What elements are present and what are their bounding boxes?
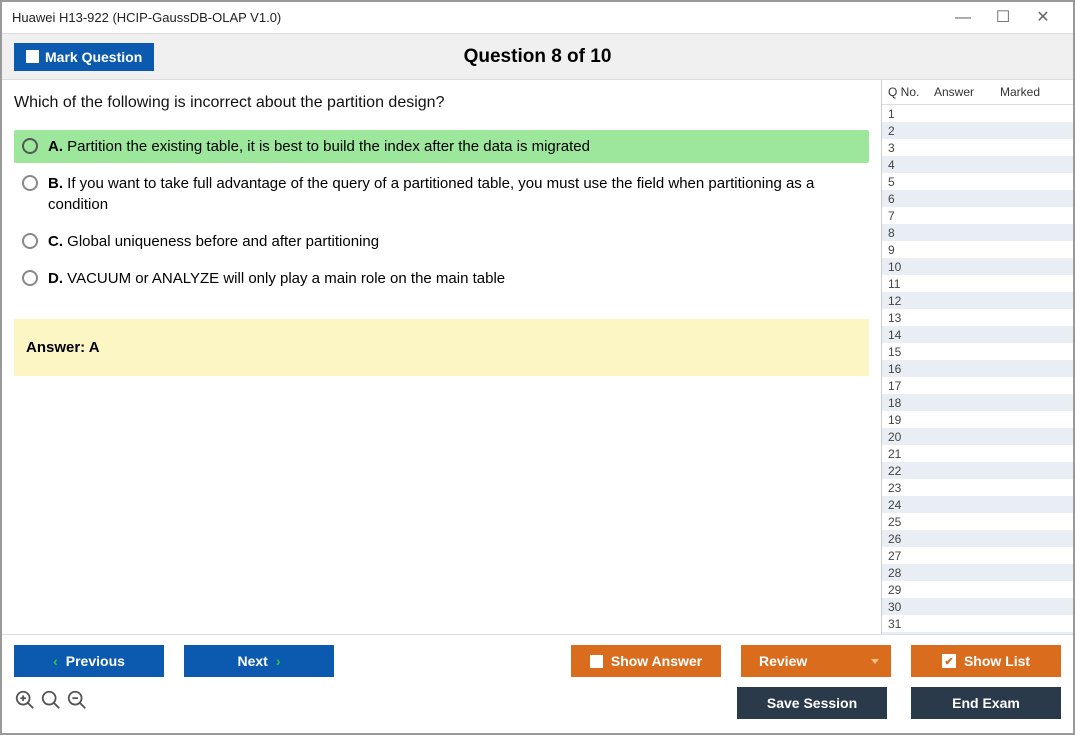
choice-list: A. Partition the existing table, it is b… xyxy=(14,130,869,295)
review-label: Review xyxy=(759,653,807,669)
previous-label: Previous xyxy=(66,653,125,669)
next-label: Next xyxy=(237,653,267,669)
question-list-row[interactable]: 19 xyxy=(882,411,1073,428)
question-list-row[interactable]: 11 xyxy=(882,275,1073,292)
choice-row[interactable]: A. Partition the existing table, it is b… xyxy=(14,130,869,163)
answer-box: Answer: A xyxy=(14,319,869,376)
end-exam-label: End Exam xyxy=(952,695,1020,711)
question-list-row[interactable]: 7 xyxy=(882,207,1073,224)
choice-text: C. Global uniqueness before and after pa… xyxy=(48,231,379,252)
choice-row[interactable]: C. Global uniqueness before and after pa… xyxy=(14,225,869,258)
radio-icon[interactable] xyxy=(22,270,38,286)
chevron-down-icon xyxy=(871,659,879,664)
show-list-button[interactable]: ✔ Show List xyxy=(911,645,1061,677)
radio-icon[interactable] xyxy=(22,175,38,191)
col-qno: Q No. xyxy=(888,85,934,99)
question-list-panel: Q No. Answer Marked 12345678910111213141… xyxy=(881,80,1073,634)
question-list-row[interactable]: 15 xyxy=(882,343,1073,360)
header-bar: Mark Question Question 8 of 10 xyxy=(2,34,1073,80)
question-list-row[interactable]: 22 xyxy=(882,462,1073,479)
question-list-row[interactable]: 30 xyxy=(882,598,1073,615)
question-list-row[interactable]: 20 xyxy=(882,428,1073,445)
question-list-row[interactable]: 12 xyxy=(882,292,1073,309)
save-session-label: Save Session xyxy=(767,695,857,711)
question-text: Which of the following is incorrect abou… xyxy=(14,94,869,112)
choice-text: A. Partition the existing table, it is b… xyxy=(48,136,590,157)
close-icon[interactable]: ✕ xyxy=(1023,10,1063,26)
show-answer-button[interactable]: Show Answer xyxy=(571,645,721,677)
next-button[interactable]: Next › xyxy=(184,645,334,677)
footer-row-1: ‹ Previous Next › Show Answer Review ✔ S… xyxy=(14,645,1061,677)
end-exam-button[interactable]: End Exam xyxy=(911,687,1061,719)
col-marked: Marked xyxy=(1000,85,1067,99)
checkbox-checked-icon: ✔ xyxy=(942,654,956,668)
question-area: Which of the following is incorrect abou… xyxy=(2,80,881,634)
col-answer: Answer xyxy=(934,85,1000,99)
choice-text: D. VACUUM or ANALYZE will only play a ma… xyxy=(48,268,505,289)
mark-question-button[interactable]: Mark Question xyxy=(14,43,154,71)
question-list-row[interactable]: 23 xyxy=(882,479,1073,496)
question-list-row[interactable]: 25 xyxy=(882,513,1073,530)
question-list-rows[interactable]: 1234567891011121314151617181920212223242… xyxy=(882,105,1073,634)
save-session-button[interactable]: Save Session xyxy=(737,687,887,719)
choice-row[interactable]: B. If you want to take full advantage of… xyxy=(14,167,869,221)
question-list-header: Q No. Answer Marked xyxy=(882,80,1073,105)
app-window: Huawei H13-922 (HCIP-GaussDB-OLAP V1.0) … xyxy=(0,0,1075,735)
question-list-row[interactable]: 13 xyxy=(882,309,1073,326)
question-list-row[interactable]: 29 xyxy=(882,581,1073,598)
zoom-reset-icon[interactable] xyxy=(40,689,62,717)
question-list-row[interactable]: 27 xyxy=(882,547,1073,564)
question-list-row[interactable]: 31 xyxy=(882,615,1073,632)
previous-button[interactable]: ‹ Previous xyxy=(14,645,164,677)
question-list-row[interactable]: 26 xyxy=(882,530,1073,547)
show-list-label: Show List xyxy=(964,653,1030,669)
question-list-row[interactable]: 21 xyxy=(882,445,1073,462)
chevron-right-icon: › xyxy=(276,653,281,669)
question-list-row[interactable]: 24 xyxy=(882,496,1073,513)
question-list-row[interactable]: 8 xyxy=(882,224,1073,241)
question-counter: Question 8 of 10 xyxy=(464,46,612,68)
maximize-icon[interactable]: ☐ xyxy=(983,10,1023,26)
question-list-row[interactable]: 6 xyxy=(882,190,1073,207)
window-title: Huawei H13-922 (HCIP-GaussDB-OLAP V1.0) xyxy=(12,10,281,25)
question-list-row[interactable]: 2 xyxy=(882,122,1073,139)
show-answer-label: Show Answer xyxy=(611,653,702,669)
question-list-row[interactable]: 5 xyxy=(882,173,1073,190)
zoom-in-icon[interactable] xyxy=(14,689,36,717)
question-list-row[interactable]: 10 xyxy=(882,258,1073,275)
checkbox-empty-icon xyxy=(590,655,603,668)
footer: ‹ Previous Next › Show Answer Review ✔ S… xyxy=(2,634,1073,733)
review-dropdown[interactable]: Review xyxy=(741,645,891,677)
question-list-row[interactable]: 18 xyxy=(882,394,1073,411)
question-list-row[interactable]: 3 xyxy=(882,139,1073,156)
question-list-row[interactable]: 4 xyxy=(882,156,1073,173)
zoom-out-icon[interactable] xyxy=(66,689,88,717)
question-list-row[interactable]: 16 xyxy=(882,360,1073,377)
minimize-icon[interactable]: ― xyxy=(943,10,983,26)
chevron-left-icon: ‹ xyxy=(53,653,58,669)
question-list-row[interactable]: 17 xyxy=(882,377,1073,394)
titlebar: Huawei H13-922 (HCIP-GaussDB-OLAP V1.0) … xyxy=(2,2,1073,34)
question-list-row[interactable]: 14 xyxy=(882,326,1073,343)
body: Which of the following is incorrect abou… xyxy=(2,80,1073,634)
question-list-row[interactable]: 28 xyxy=(882,564,1073,581)
radio-icon[interactable] xyxy=(22,233,38,249)
mark-question-label: Mark Question xyxy=(45,49,142,65)
checkbox-empty-icon xyxy=(26,50,39,63)
question-list-row[interactable]: 1 xyxy=(882,105,1073,122)
question-list-row[interactable]: 9 xyxy=(882,241,1073,258)
choice-row[interactable]: D. VACUUM or ANALYZE will only play a ma… xyxy=(14,262,869,295)
zoom-controls xyxy=(14,689,88,717)
radio-icon[interactable] xyxy=(22,138,38,154)
choice-text: B. If you want to take full advantage of… xyxy=(48,173,861,215)
footer-row-2: Save Session End Exam xyxy=(14,687,1061,719)
